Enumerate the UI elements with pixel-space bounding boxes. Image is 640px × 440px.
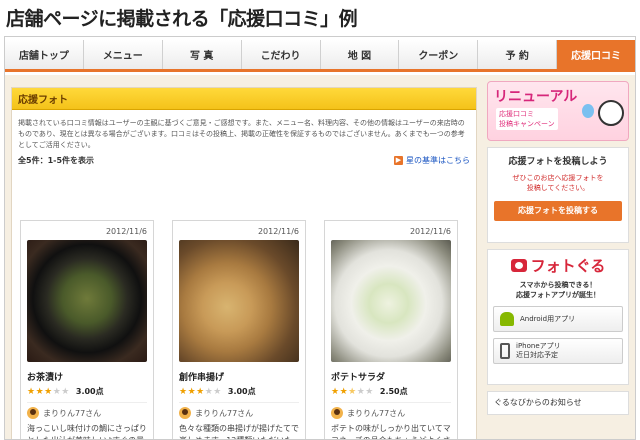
news-header: ぐるなびからのお知らせ [487,391,629,415]
reviewer[interactable]: まりりん77さん [331,402,451,419]
rating-row: ★★★★★ 3.00点 [27,386,147,397]
dish-title[interactable]: 創作串揚げ [179,370,299,383]
dish-title[interactable]: お茶漬け [27,370,147,383]
page-heading: 店舗ページに掲載される「応援口コミ」例 [6,8,358,30]
reviewer-name: まりりん77さん [195,408,254,418]
star-rating-icon: ★★★★★ [27,386,70,397]
nav-tab[interactable]: メニュー [83,40,163,69]
nav-tab[interactable]: 地 図 [320,40,400,69]
post-date: 2012/11/6 [105,227,147,236]
sidebar: リニューアル 応援口コミ 投稿キャンペーン 応援フォトを投稿しよう ぜひこのお店… [487,81,629,439]
reviewer-name: まりりん77さん [43,408,102,418]
disclaimer-text: 掲載されている口コミ情報はユーザーの主観に基づくご意見・ご感想です。また、メニュ… [18,119,465,149]
post-date: 2012/11/6 [409,227,451,236]
nav-tab[interactable]: こだわり [241,40,321,69]
android-icon [500,312,514,326]
arrow-right-icon: ▶ [394,156,403,165]
rating-score: 3.00点 [75,387,104,396]
section-title: 応援フォト [12,88,476,110]
fotoguru-logo: フォトぐる [493,255,623,276]
star-rating-icon: ★★★★★ [331,386,374,397]
iphone-app-button[interactable]: iPhoneアプリ 近日対応予定 [493,338,623,364]
reviewer[interactable]: まりりん77さん [179,402,299,419]
rating-score: 3.00点 [227,387,256,396]
fotoguru-description: スマホから投稿できる！ 応援フォトアプリが誕生！ [516,281,600,299]
iphone-icon [500,343,510,359]
android-app-label: Android用アプリ [520,314,576,323]
android-app-button[interactable]: Android用アプリ [493,306,623,332]
post-date: 2012/11/6 [257,227,299,236]
photo-card[interactable]: 2012/11/6 創作串揚げ ★★★★★ 3.00点まりりん77さん色々な種類の串揚… [172,220,306,439]
photo-card[interactable]: 2012/11/6 ポテトサラダ ★★★★★ 2.50点まりりん77さんポテトの味がし… [324,220,458,439]
fotoguru-logo-text: フォトぐる [530,257,606,275]
review-comment: ポテトの味がしっかり出ていてマヨネーズの具合もちょうどよくさっぱりとサラダ [331,424,451,439]
rating-score: 2.50点 [379,387,408,396]
rating-rules-label: 星の基準はこちら [406,156,470,165]
food-photo[interactable] [331,240,451,362]
rating-row: ★★★★★ 2.50点 [331,386,451,397]
post-photo-panel: 応援フォトを投稿しよう ぜひこのお店へ応援フォトを 投稿してください。 応援フォ… [487,147,629,243]
food-photo[interactable] [179,240,299,362]
camera-icon [510,259,527,272]
nav-tab[interactable]: 店舗トップ [5,40,84,69]
avatar-icon [179,407,191,419]
browser-frame: 店舗トップ メニュー写 真こだわり地 図クーポン予 約応援口コミ 応援フォト 掲載… [4,36,636,440]
store-nav: 店舗トップ メニュー写 真こだわり地 図クーポン予 約応援口コミ [5,40,635,72]
result-count: 全5件：1-5件を表示 [18,156,95,165]
reviewer-name: まりりん77さん [347,408,406,418]
avatar-icon [331,407,343,419]
post-photo-title: 応援フォトを投稿しよう [508,157,608,167]
photo-cards: 2012/11/6 お茶漬け ★★★★★ 3.00点まりりん77さん海っこいし味付けの… [20,220,458,439]
nav-tab[interactable]: 写 真 [162,40,242,69]
nav-tab[interactable]: 予 約 [478,40,558,69]
nav-tab[interactable]: クーポン [399,40,479,69]
balloon-icon [582,104,594,118]
food-photo[interactable] [27,240,147,362]
reviewer[interactable]: まりりん77さん [27,402,147,419]
fotoguru-app-panel: フォトぐる スマホから投稿できる！ 応援フォトアプリが誕生！ Android用ア… [487,249,629,385]
renewal-campaign-banner[interactable]: リニューアル 応援口コミ 投稿キャンペーン [487,81,629,141]
star-rating-icon: ★★★★★ [179,386,222,397]
post-photo-button[interactable]: 応援フォトを投稿する [494,201,622,221]
rating-rules-link[interactable]: ▶ 星の基準はこちら [394,155,470,166]
main-panel: 応援フォト 掲載されている口コミ情報はユーザーの主観に基づくご意見・ご感想です。… [11,87,477,439]
banner-subtitle: 応援口コミ 投稿キャンペーン [496,108,558,130]
post-photo-subtitle: ぜひこのお店へ応援フォトを 投稿してください。 [512,174,604,192]
count-row: 全5件：1-5件を表示 ▶ 星の基準はこちら [12,151,476,166]
review-comment: 海っこいし味付けの鯛にさっぱりとした出汁が美味しい♪すぐの量なので意外に [27,424,147,439]
iphone-app-label: iPhoneアプリ 近日対応予定 [516,342,561,359]
rating-row: ★★★★★ 3.00点 [179,386,299,397]
nav-tab[interactable]: 応援口コミ [557,40,635,69]
avatar-icon [27,407,39,419]
panda-mascot-icon [598,100,624,126]
dish-title[interactable]: ポテトサラダ [331,370,451,383]
photo-card[interactable]: 2012/11/6 お茶漬け ★★★★★ 3.00点まりりん77さん海っこいし味付けの… [20,220,154,439]
banner-title: リニューアル [494,89,578,105]
review-comment: 色々な種類の串揚げが揚げたてで楽しめます。12種類いただいたら結構の [179,424,299,439]
